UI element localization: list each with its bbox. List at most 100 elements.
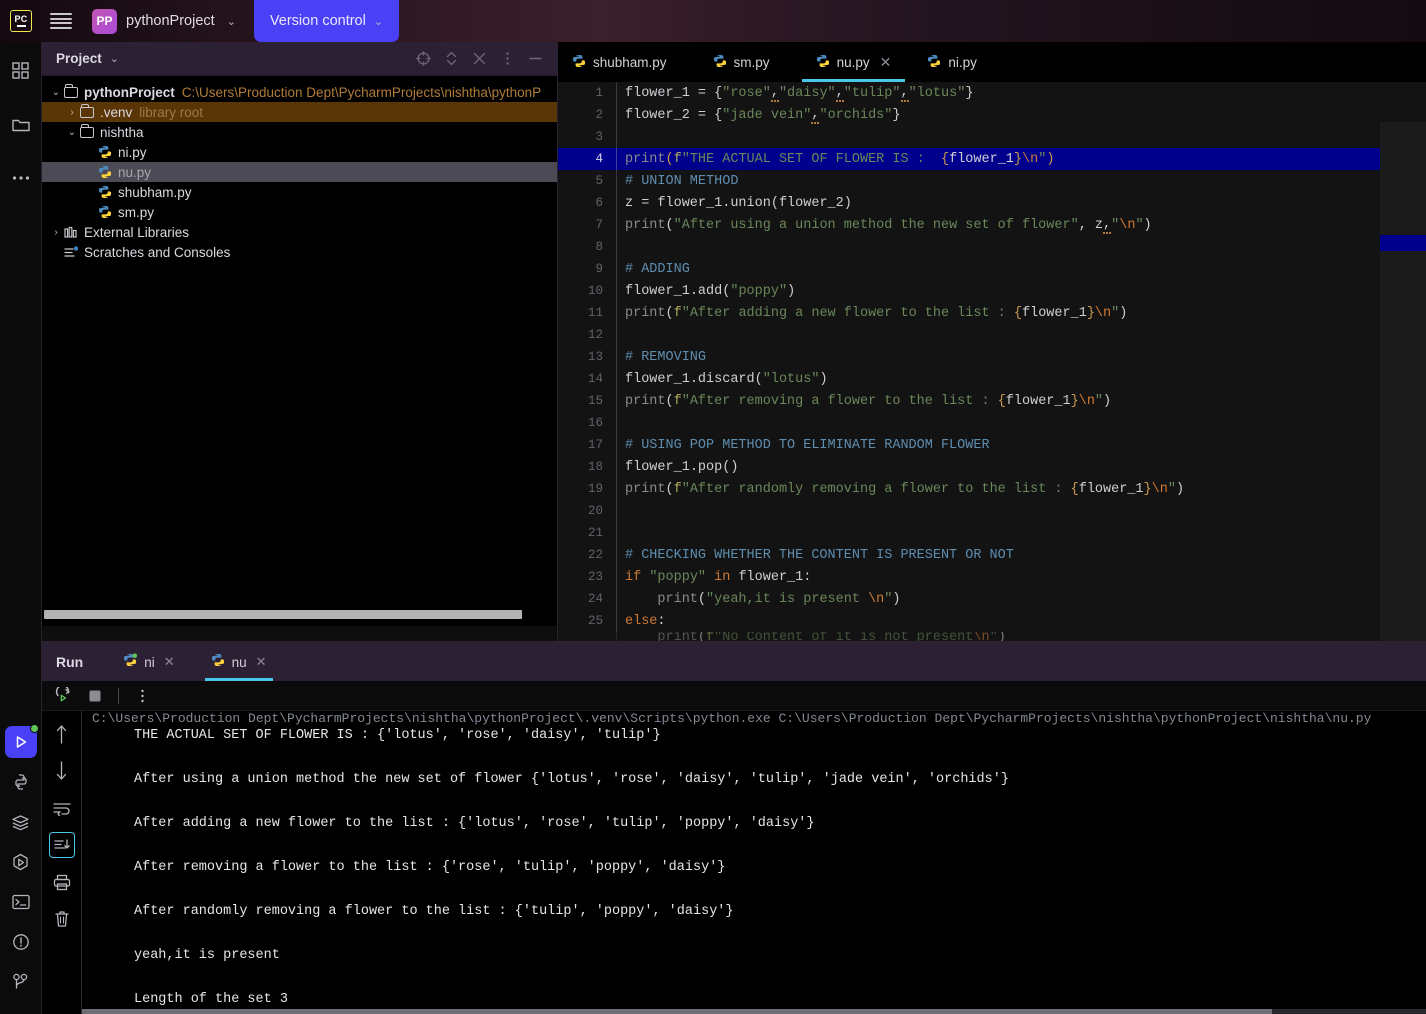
soft-wrap-icon[interactable] bbox=[49, 795, 75, 821]
line-number: 9 bbox=[595, 262, 603, 276]
external-libraries-icon bbox=[64, 226, 78, 239]
code-line-12: 12 bbox=[558, 324, 1426, 346]
code-line-16: 16 bbox=[558, 412, 1426, 434]
code-line-22: 22 # CHECKING WHETHER THE CONTENT IS PRE… bbox=[558, 544, 1426, 566]
problems-icon[interactable] bbox=[0, 922, 42, 962]
scroll-down-icon[interactable] bbox=[49, 758, 75, 784]
run-tool-window: Run ni ✕ nu ✕ C:\Users\Production Dept\P… bbox=[42, 643, 1426, 1014]
editor-tab-ni-py[interactable]: ni.py bbox=[913, 42, 991, 82]
line-number: 18 bbox=[587, 460, 603, 474]
hide-panel-icon[interactable] bbox=[527, 51, 543, 67]
code-line-2: 2 flower_2 = {"jade vein", "orchids"} bbox=[558, 104, 1426, 126]
code-line-3: 3 bbox=[558, 126, 1426, 148]
code-text: print(f "After removing a flower to the l… bbox=[616, 390, 1426, 412]
folder-icon bbox=[80, 103, 94, 118]
project-tool-window: Project ⌄ ⌄ pythonProject C:\Users\Produ… bbox=[42, 42, 558, 643]
version-control-icon[interactable] bbox=[0, 962, 42, 1002]
chevron-down-icon[interactable]: ⌄ bbox=[64, 127, 80, 138]
chevron-right-icon[interactable]: › bbox=[48, 227, 64, 238]
chevron-down-icon: ⌄ bbox=[373, 15, 384, 28]
editor-tab-sm-py[interactable]: sm.py bbox=[699, 42, 784, 82]
chevron-down-icon[interactable]: ⌄ bbox=[110, 52, 119, 65]
clear-all-icon[interactable] bbox=[49, 906, 75, 932]
expand-collapse-icon[interactable] bbox=[443, 51, 459, 67]
tree-node-nu-py[interactable]: nu.py bbox=[42, 162, 557, 182]
tree-node-scratches-consoles[interactable]: Scratches and Consoles bbox=[42, 242, 557, 262]
console-output[interactable]: C:\Users\Production Dept\PycharmProjects… bbox=[82, 711, 1426, 1014]
python-console-icon[interactable] bbox=[0, 842, 42, 882]
pycharm-logo-underbar bbox=[16, 25, 26, 28]
terminal-icon[interactable] bbox=[0, 882, 42, 922]
line-number: 5 bbox=[595, 174, 603, 188]
editor-tab-label: ni.py bbox=[948, 54, 977, 70]
rerun-icon[interactable] bbox=[54, 687, 72, 705]
project-structure-icon[interactable] bbox=[0, 50, 42, 90]
tree-node-pythonProject[interactable]: ⌄ pythonProject C:\Users\Production Dept… bbox=[42, 82, 557, 102]
tree-node-shubham-py[interactable]: shubham.py bbox=[42, 182, 557, 202]
tree-node-label: shubham.py bbox=[118, 184, 192, 200]
hamburger-menu-icon[interactable] bbox=[50, 13, 72, 29]
code-editor[interactable]: 1 flower_1 = {"rose", "daisy", "tulip", "lo… bbox=[558, 82, 1426, 643]
tree-node-label: sm.py bbox=[118, 204, 155, 220]
stop-icon[interactable] bbox=[86, 687, 104, 705]
run-panel-title: Run bbox=[56, 654, 84, 670]
tree-node-external-libraries[interactable]: › External Libraries bbox=[42, 222, 557, 242]
run-icon[interactable] bbox=[0, 722, 42, 762]
options-menu-icon[interactable] bbox=[499, 51, 515, 67]
pycharm-window: PC PP pythonProject ⌄ Version control ⌄ bbox=[0, 0, 1426, 1014]
console-command-line: C:\Users\Production Dept\PycharmProjects… bbox=[92, 711, 1372, 725]
folder-icon bbox=[80, 123, 94, 138]
collapse-all-icon[interactable] bbox=[471, 51, 487, 67]
python-packages-icon[interactable] bbox=[0, 762, 42, 802]
python-run-icon bbox=[123, 653, 138, 671]
project-horizontal-scrollbar[interactable] bbox=[44, 610, 522, 619]
code-text: if "poppy" in flower_1: bbox=[616, 566, 1426, 588]
tree-node-label: .venv bbox=[100, 104, 133, 120]
tree-node-label: Scratches and Consoles bbox=[84, 244, 231, 260]
tree-node-nishtha[interactable]: ⌄ nishtha bbox=[42, 122, 557, 142]
run-tab-ni[interactable]: ni ✕ bbox=[111, 643, 186, 681]
more-options-icon[interactable] bbox=[133, 687, 151, 705]
code-text: else: bbox=[616, 610, 1426, 632]
tree-node-sm-py[interactable]: sm.py bbox=[42, 202, 557, 222]
run-panel-header: Run ni ✕ nu ✕ bbox=[42, 643, 1426, 681]
editor-scrollbar-markers[interactable] bbox=[1380, 122, 1426, 643]
scratches-icon bbox=[64, 245, 79, 259]
version-control-button[interactable]: Version control ⌄ bbox=[253, 0, 400, 42]
database-icon[interactable] bbox=[0, 802, 42, 842]
close-icon[interactable]: ✕ bbox=[256, 654, 267, 670]
more-options-icon[interactable] bbox=[0, 158, 42, 198]
console-line: yeah,it is present bbox=[134, 948, 280, 963]
tree-node-venv[interactable]: › .venv library root bbox=[42, 102, 557, 122]
line-number: 14 bbox=[587, 372, 603, 386]
code-line-17: 17 # USING POP METHOD TO ELIMINATE RANDO… bbox=[558, 434, 1426, 456]
chevron-right-icon[interactable]: › bbox=[64, 107, 80, 118]
console-horizontal-scrollbar[interactable] bbox=[82, 1009, 1426, 1014]
chevron-down-icon[interactable]: ⌄ bbox=[48, 87, 64, 98]
print-icon[interactable] bbox=[49, 869, 75, 895]
select-opened-file-icon[interactable] bbox=[415, 51, 431, 67]
tree-node-label: nishtha bbox=[100, 124, 144, 140]
line-number: 22 bbox=[587, 548, 603, 562]
run-tab-nu[interactable]: nu ✕ bbox=[199, 643, 279, 681]
python-file-icon bbox=[98, 205, 112, 219]
project-panel-toolbar bbox=[415, 51, 549, 67]
code-text: # UNION METHOD bbox=[616, 170, 1426, 192]
line-number: 4 bbox=[595, 152, 603, 166]
close-icon[interactable]: ✕ bbox=[880, 54, 892, 71]
python-file-icon bbox=[98, 145, 112, 159]
code-text: flower_2 = {"jade vein", "orchids"} bbox=[616, 104, 1426, 126]
project-name-button[interactable]: pythonProject ⌄ bbox=[126, 13, 236, 29]
editor-tab-nu-py[interactable]: nu.py ✕ bbox=[801, 42, 906, 82]
python-file-icon bbox=[713, 54, 727, 71]
scroll-up-icon[interactable] bbox=[49, 721, 75, 747]
line-number: 8 bbox=[595, 240, 603, 254]
close-icon[interactable]: ✕ bbox=[164, 654, 175, 670]
tree-node-ni-py[interactable]: ni.py bbox=[42, 142, 557, 162]
editor-tab-shubham-py[interactable]: shubham.py bbox=[558, 42, 681, 82]
console-side-toolbar bbox=[42, 711, 82, 1014]
folder-icon[interactable] bbox=[0, 104, 42, 144]
scroll-to-end-icon[interactable] bbox=[48, 832, 75, 858]
